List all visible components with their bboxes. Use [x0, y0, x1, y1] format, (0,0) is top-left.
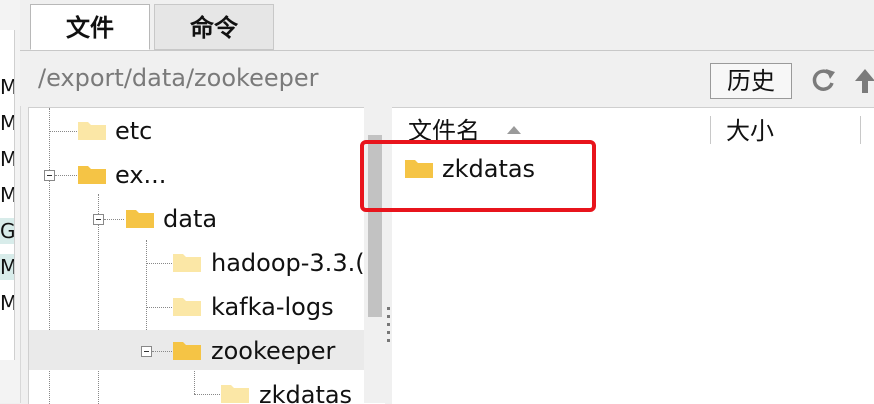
- tab-bar: 文件 命令: [20, 0, 874, 51]
- left-strip-item: M: [0, 291, 14, 315]
- folder-icon: [78, 122, 106, 140]
- tree-node-data[interactable]: data: [163, 202, 217, 236]
- tab-files[interactable]: 文件: [30, 4, 150, 50]
- directory-tree: etc ex... data hadoop-3.3.( kafka-logs z…: [28, 107, 385, 404]
- left-panel-list: M M M M G M M: [0, 30, 15, 360]
- tree-node-zookeeper[interactable]: zookeeper: [211, 334, 335, 368]
- collapse-icon[interactable]: [141, 346, 152, 357]
- path-input[interactable]: /export/data/zookeeper: [38, 61, 318, 95]
- left-strip-item: M: [0, 183, 14, 207]
- tree-connector: [98, 194, 99, 404]
- left-panel-strip: M M M M G M M: [0, 0, 21, 403]
- tree-node-kafka-logs[interactable]: kafka-logs: [211, 290, 334, 324]
- path-bar: /export/data/zookeeper 历史: [20, 51, 874, 106]
- left-strip-item: M: [0, 75, 14, 99]
- sort-ascending-icon: [507, 126, 521, 134]
- left-strip-item: G: [0, 218, 14, 244]
- refresh-icon[interactable]: [808, 63, 838, 99]
- up-arrow-icon[interactable]: [850, 63, 874, 99]
- folder-icon: [126, 210, 154, 228]
- folder-icon: [221, 385, 249, 403]
- collapse-icon[interactable]: [44, 170, 55, 181]
- folder-icon: [173, 342, 201, 360]
- red-highlight-annotation: [360, 140, 596, 212]
- folder-icon: [173, 298, 201, 316]
- tree-node-etc[interactable]: etc: [115, 114, 152, 148]
- folder-icon: [78, 166, 106, 184]
- column-header-size[interactable]: 大小: [726, 114, 774, 148]
- history-button[interactable]: 历史: [710, 63, 792, 99]
- folder-icon: [173, 254, 201, 272]
- left-strip-item: M: [0, 254, 14, 280]
- tree-node-hadoop[interactable]: hadoop-3.3.(: [211, 246, 365, 280]
- collapse-icon[interactable]: [93, 214, 104, 225]
- left-strip-item: M: [0, 111, 14, 135]
- left-strip-item: M: [0, 147, 14, 171]
- tree-node-zkdatas[interactable]: zkdatas: [259, 378, 352, 404]
- tab-commands[interactable]: 命令: [154, 4, 274, 50]
- tree-node-export[interactable]: ex...: [115, 158, 166, 192]
